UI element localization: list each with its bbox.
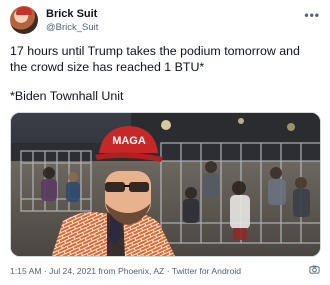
tweet-photo[interactable]: MAGA [10, 112, 321, 257]
tweet-time[interactable]: 1:15 AM [10, 266, 42, 276]
more-horizontal-icon[interactable]: ••• [304, 8, 320, 22]
tweet-date-location[interactable]: Jul 24, 2021 from Phoenix, AZ [49, 266, 164, 276]
tweet-metadata: 1:15 AM · Jul 24, 2021 from Phoenix, AZ … [10, 266, 241, 276]
tweet-header: Brick Suit @Brick_Suit ••• [10, 6, 320, 36]
tweet-text: 17 hours until Trump takes the podium to… [10, 43, 325, 104]
tweet-client[interactable]: Twitter for Android [172, 266, 241, 276]
author-handle[interactable]: @Brick_Suit [46, 22, 98, 33]
tweet-card: Brick Suit @Brick_Suit ••• 17 hours unti… [0, 0, 330, 285]
avatar[interactable] [10, 6, 38, 34]
tweet-text-line: the crowd size has reached 1 BTU* [10, 60, 205, 74]
camera-icon[interactable] [309, 264, 320, 275]
hat-text: MAGA [112, 135, 146, 147]
author-name[interactable]: Brick Suit [46, 8, 97, 20]
tweet-text-footnote: *Biden Townhall Unit [10, 89, 124, 103]
tweet-text-line: 17 hours until Trump takes the podium to… [10, 44, 300, 58]
meta-separator: · [164, 266, 172, 276]
